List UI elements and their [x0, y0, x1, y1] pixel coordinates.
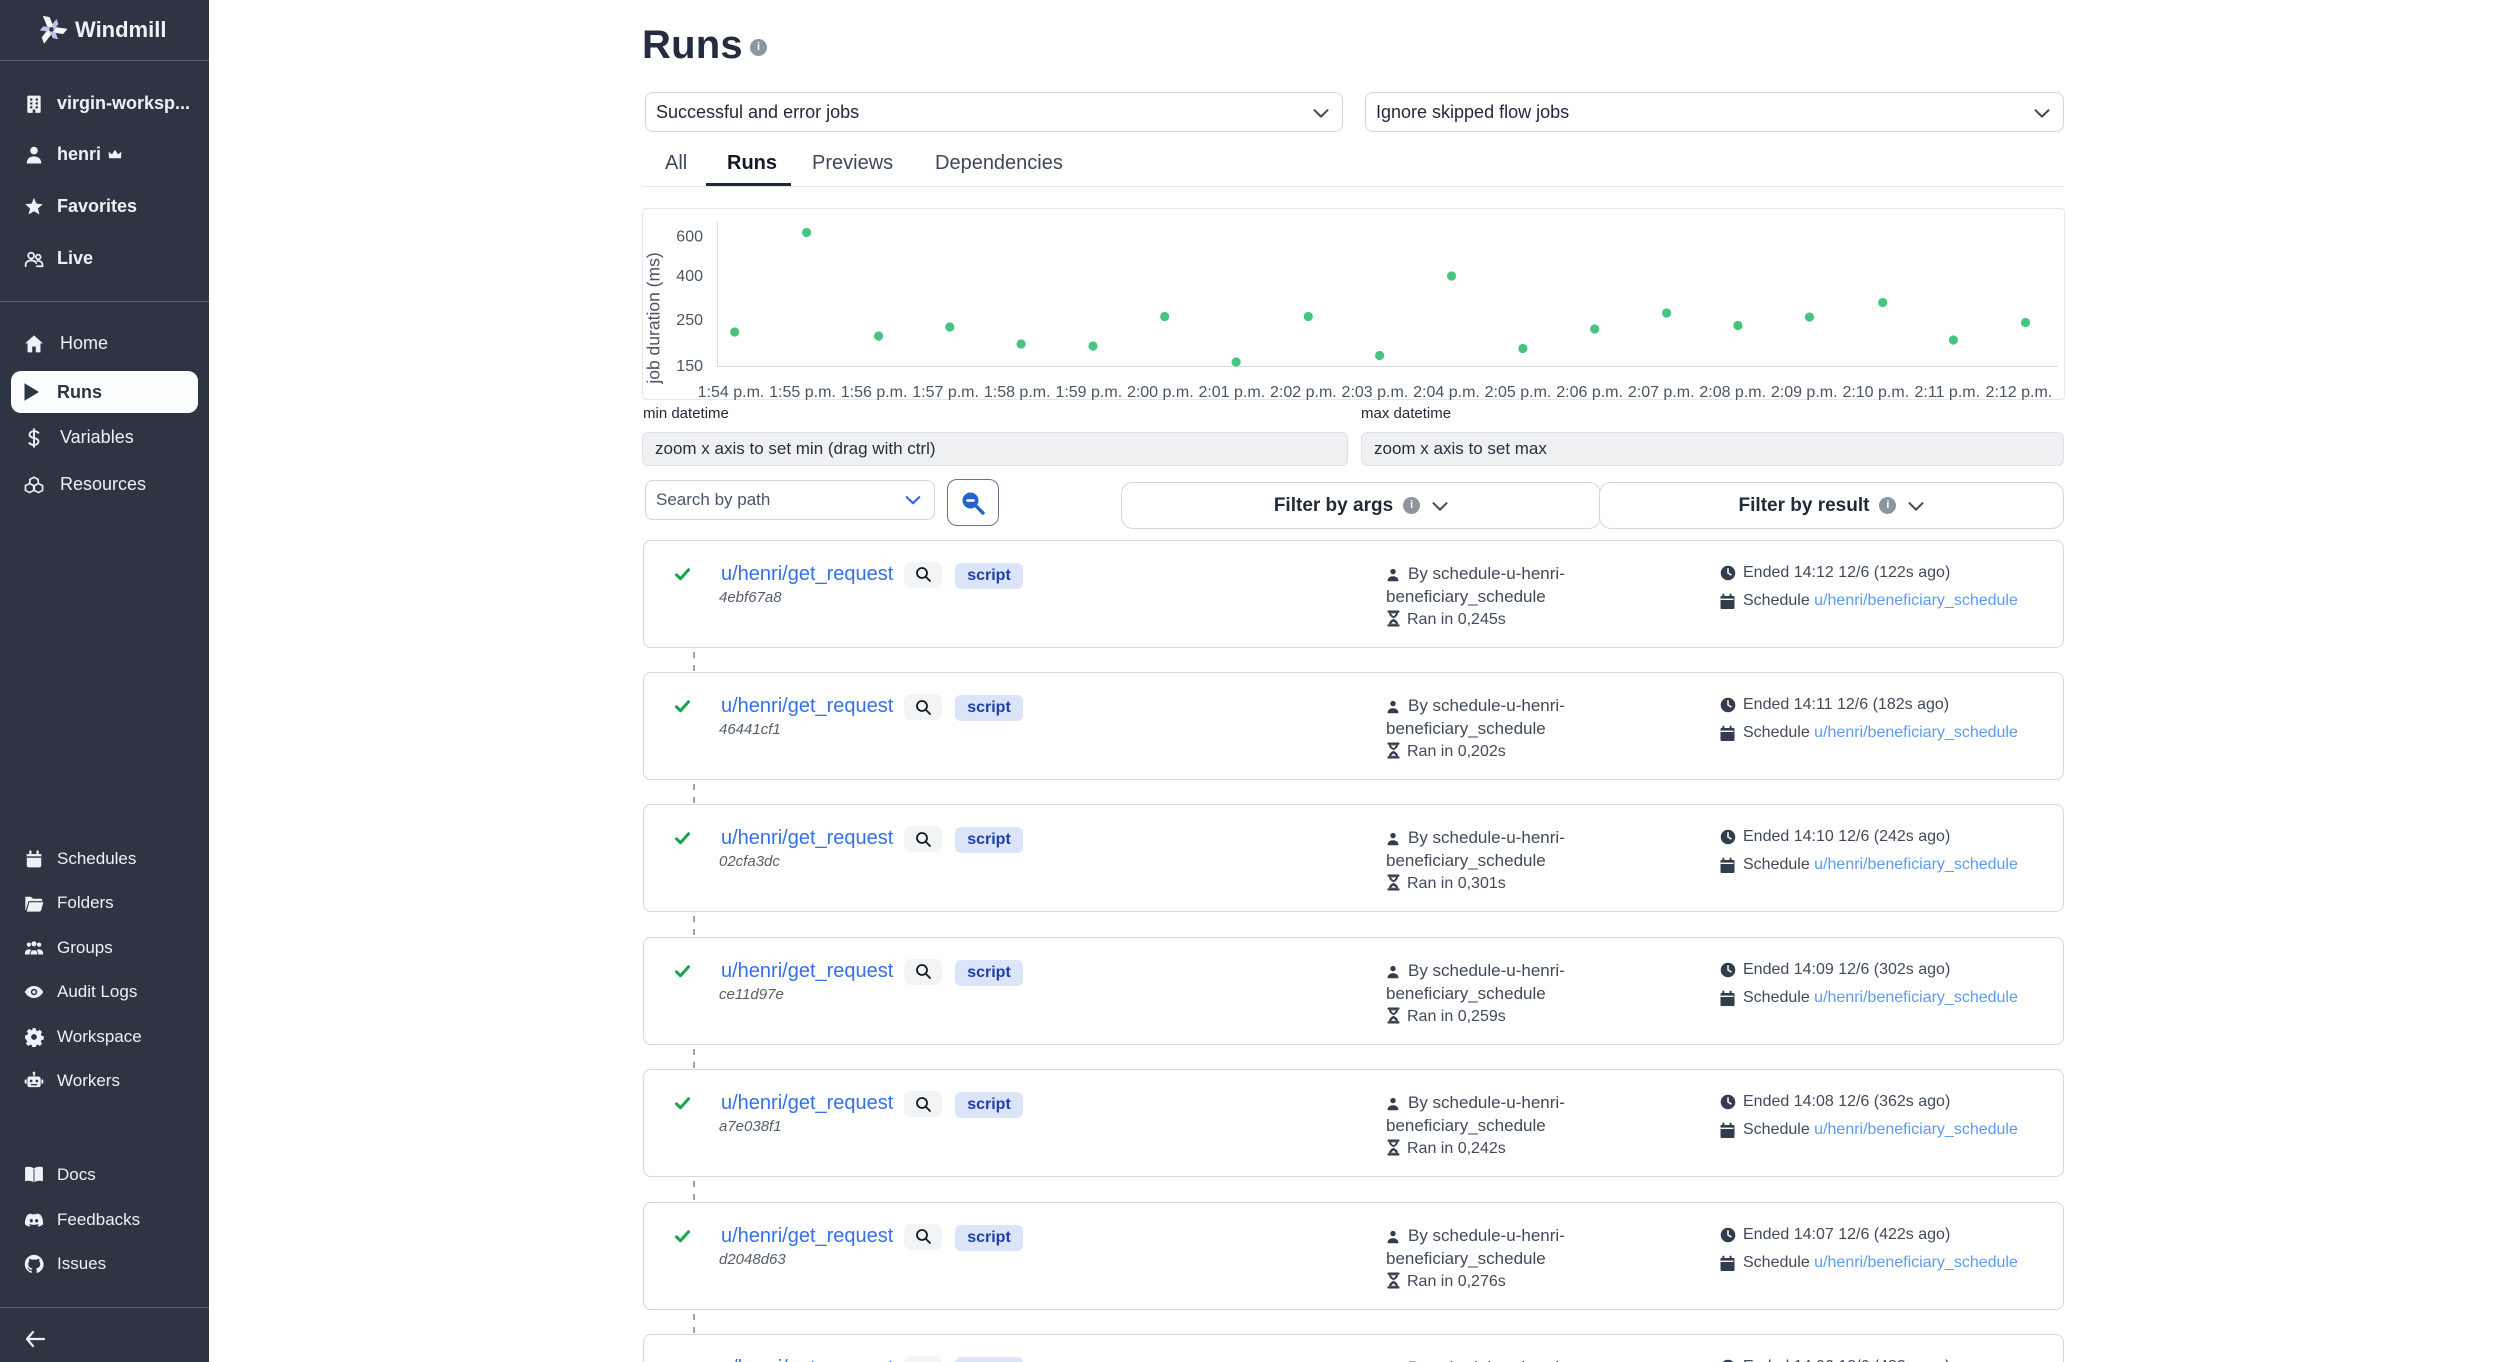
svg-text:2:05 p.m.: 2:05 p.m.	[1485, 384, 1552, 400]
svg-text:1:56 p.m.: 1:56 p.m.	[841, 384, 908, 400]
svg-text:2:01 p.m.: 2:01 p.m.	[1198, 384, 1265, 400]
svg-text:1:59 p.m.: 1:59 p.m.	[1055, 384, 1122, 400]
svg-text:2:04 p.m.: 2:04 p.m.	[1413, 384, 1480, 400]
svg-text:2:08 p.m.: 2:08 p.m.	[1699, 384, 1766, 400]
svg-text:1:58 p.m.: 1:58 p.m.	[984, 384, 1051, 400]
svg-text:600: 600	[676, 229, 703, 246]
svg-text:2:00 p.m.: 2:00 p.m.	[1127, 384, 1194, 400]
svg-text:400: 400	[676, 268, 703, 285]
svg-text:2:12 p.m.: 2:12 p.m.	[1986, 384, 2053, 400]
svg-text:2:11 p.m.: 2:11 p.m.	[1915, 384, 1981, 400]
svg-text:2:06 p.m.: 2:06 p.m.	[1556, 384, 1623, 400]
svg-text:2:09 p.m.: 2:09 p.m.	[1771, 384, 1838, 400]
svg-text:150: 150	[676, 358, 703, 375]
svg-text:2:07 p.m.: 2:07 p.m.	[1628, 384, 1695, 400]
svg-text:2:10 p.m.: 2:10 p.m.	[1842, 384, 1909, 400]
svg-text:1:57 p.m.: 1:57 p.m.	[912, 384, 979, 400]
svg-text:2:03 p.m.: 2:03 p.m.	[1342, 384, 1409, 400]
svg-text:1:55 p.m.: 1:55 p.m.	[769, 384, 836, 400]
svg-text:2:02 p.m.: 2:02 p.m.	[1270, 384, 1337, 400]
svg-text:250: 250	[676, 312, 703, 329]
svg-text:1:54 p.m.: 1:54 p.m.	[698, 384, 765, 400]
svg-text:job duration (ms): job duration (ms)	[644, 252, 664, 384]
